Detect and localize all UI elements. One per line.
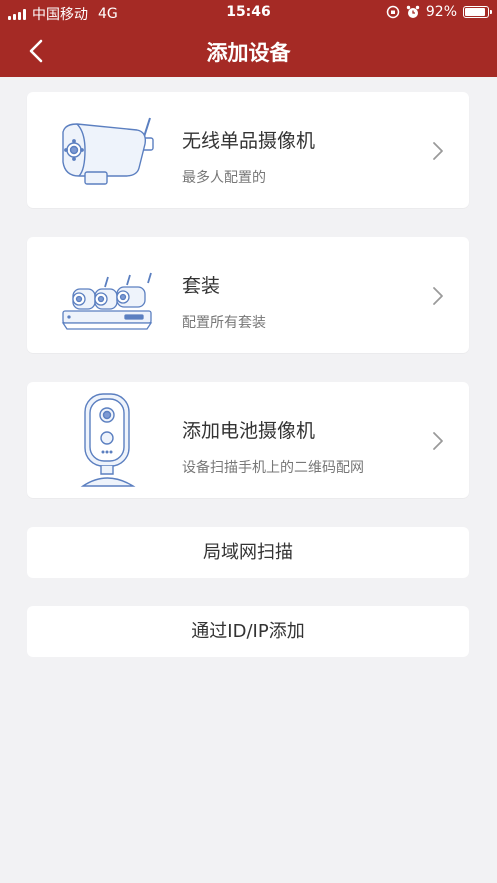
device-subtitle: 设备扫描手机上的二维码配网: [182, 460, 364, 476]
device-card-battery-camera[interactable]: 添加电池摄像机 设备扫描手机上的二维码配网: [27, 382, 469, 498]
orientation-lock-icon: [386, 5, 400, 19]
lan-scan-button[interactable]: 局域网扫描: [27, 527, 469, 578]
status-bar: 中国移动 4G 15:46 92%: [0, 0, 497, 26]
add-by-id-ip-button[interactable]: 通过ID/IP添加: [27, 606, 469, 657]
status-right: 92%: [386, 4, 492, 20]
battery-percent: 92%: [425, 4, 457, 20]
page-title: 添加设备: [206, 41, 291, 65]
device-card-kit[interactable]: 套装 配置所有套装: [27, 237, 469, 353]
nvr-kit-icon: [61, 272, 153, 330]
device-title: 套装: [182, 275, 221, 297]
device-title: 添加电池摄像机: [182, 420, 316, 442]
device-subtitle: 配置所有套装: [182, 315, 266, 331]
battery-icon: [463, 6, 492, 18]
header: 中国移动 4G 15:46 92% 添加设备: [0, 0, 497, 77]
alarm-icon: [406, 5, 420, 18]
device-subtitle: 最多人配置的: [182, 170, 266, 186]
device-card-wireless-camera[interactable]: 无线单品摄像机 最多人配置的: [27, 92, 469, 208]
chevron-right-icon: [433, 287, 443, 305]
chevron-right-icon: [433, 432, 443, 450]
chevron-right-icon: [433, 142, 443, 160]
bullet-camera-icon: [62, 117, 154, 185]
battery-camera-icon: [80, 393, 136, 487]
device-title: 无线单品摄像机: [182, 130, 316, 152]
